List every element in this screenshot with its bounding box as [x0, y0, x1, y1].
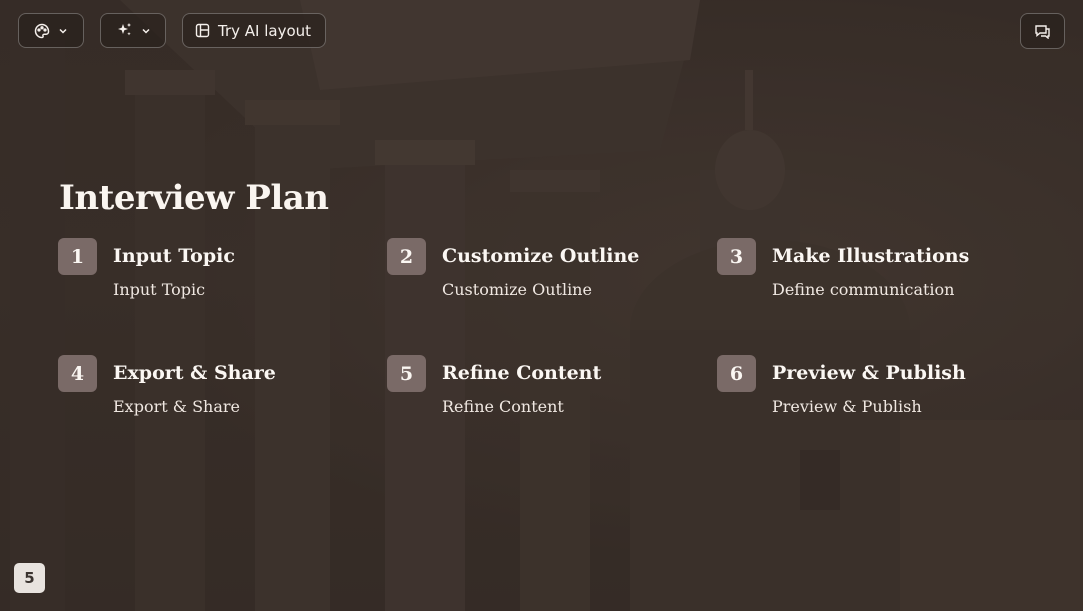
sparkle-icon	[116, 22, 133, 39]
step-number-badge: 4	[58, 355, 97, 392]
step-item[interactable]: 3 Make Illustrations Define communicatio…	[717, 238, 1017, 355]
step-title[interactable]: Make Illustrations	[772, 238, 969, 275]
step-item[interactable]: 2 Customize Outline Customize Outline	[387, 238, 717, 355]
slide: Try AI layout Interview Plan 1 Input Top…	[0, 0, 1083, 611]
step-number-badge: 5	[387, 355, 426, 392]
step-description[interactable]: Preview & Publish	[772, 397, 966, 416]
step-item[interactable]: 6 Preview & Publish Preview & Publish	[717, 355, 1017, 472]
slide-title[interactable]: Interview Plan	[59, 178, 329, 218]
step-item[interactable]: 5 Refine Content Refine Content	[387, 355, 717, 472]
step-item[interactable]: 1 Input Topic Input Topic	[58, 238, 387, 355]
chevron-down-icon	[58, 26, 68, 36]
step-title[interactable]: Input Topic	[113, 238, 235, 275]
step-item[interactable]: 4 Export & Share Export & Share	[58, 355, 387, 472]
step-number-badge: 6	[717, 355, 756, 392]
step-description[interactable]: Refine Content	[442, 397, 601, 416]
comment-icon	[1034, 24, 1051, 39]
palette-icon	[34, 23, 50, 39]
step-description[interactable]: Export & Share	[113, 397, 276, 416]
step-title[interactable]: Export & Share	[113, 355, 276, 392]
page-number-badge: 5	[14, 563, 45, 593]
ai-assist-button[interactable]	[100, 13, 166, 48]
step-title[interactable]: Preview & Publish	[772, 355, 966, 392]
try-ai-layout-button[interactable]: Try AI layout	[182, 13, 326, 48]
step-number-badge: 2	[387, 238, 426, 275]
steps-grid: 1 Input Topic Input Topic 2 Customize Ou…	[58, 238, 1018, 472]
comment-button[interactable]	[1020, 13, 1065, 49]
chevron-down-icon	[141, 26, 151, 36]
layout-icon	[195, 23, 210, 38]
step-number-badge: 1	[58, 238, 97, 275]
step-number-badge: 3	[717, 238, 756, 275]
step-title[interactable]: Customize Outline	[442, 238, 639, 275]
step-title[interactable]: Refine Content	[442, 355, 601, 392]
step-description[interactable]: Define communication	[772, 280, 969, 299]
try-ai-layout-label: Try AI layout	[218, 21, 312, 40]
theme-button[interactable]	[18, 13, 84, 48]
step-description[interactable]: Customize Outline	[442, 280, 639, 299]
step-description[interactable]: Input Topic	[113, 280, 235, 299]
slide-toolbar: Try AI layout	[18, 13, 326, 48]
